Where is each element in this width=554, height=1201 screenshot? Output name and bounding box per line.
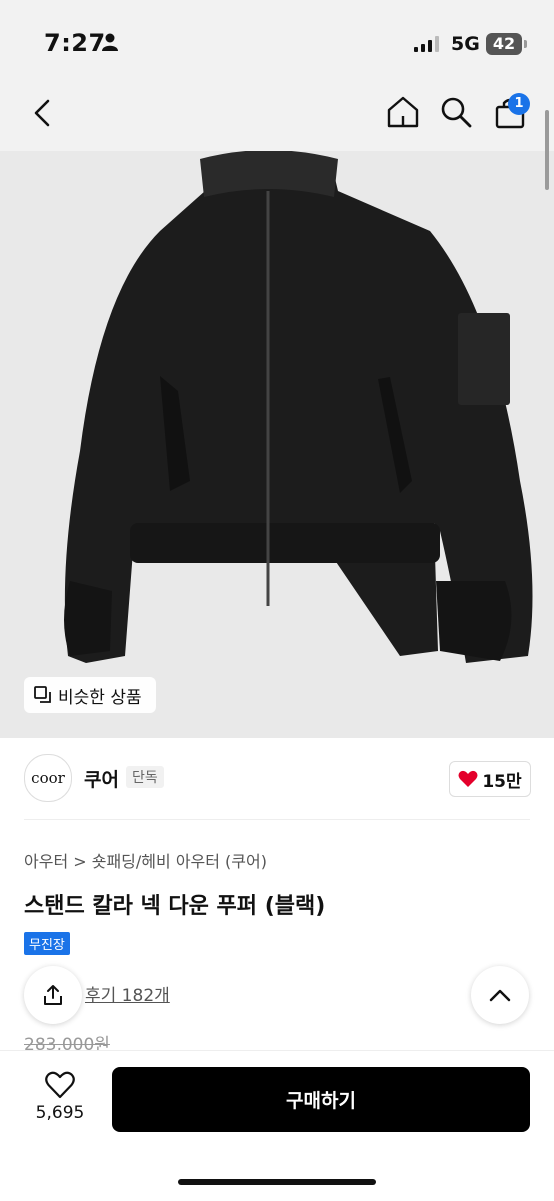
product-title: 스탠드 칼라 넥 다운 푸퍼 (블랙) <box>24 894 326 919</box>
buy-button-label: 구매하기 <box>286 1090 356 1112</box>
heart-icon[interactable] <box>45 1071 75 1099</box>
heart-icon <box>458 770 478 787</box>
scroll-indicator[interactable] <box>545 110 549 190</box>
share-button[interactable] <box>24 966 82 1024</box>
review-link[interactable]: 후기 182개 <box>85 981 170 1006</box>
chevron-up-icon <box>489 989 511 1002</box>
brand-like-button[interactable]: 15만 <box>449 761 531 797</box>
home-indicator <box>178 1179 376 1185</box>
exclusive-tag: 단독 <box>126 766 164 788</box>
product-image[interactable] <box>0 151 554 738</box>
back-icon[interactable] <box>30 98 54 128</box>
signal-icon <box>414 36 439 52</box>
share-icon <box>44 985 62 1005</box>
brand-like-count: 15만 <box>482 771 522 792</box>
wishlist-count: 5,695 <box>35 1103 85 1123</box>
similar-products-label: 비슷한 상품 <box>58 687 142 708</box>
search-icon[interactable] <box>439 95 473 129</box>
home-icon[interactable] <box>386 95 420 129</box>
battery-indicator: 42 <box>486 33 527 55</box>
shipping-badge: 무진장 <box>24 932 70 955</box>
brand-logo-text: coor <box>31 769 65 787</box>
brand-name[interactable]: 쿠어 <box>84 765 119 792</box>
jacket-illustration <box>64 151 533 663</box>
network-type: 5G <box>451 33 480 55</box>
buy-button[interactable]: 구매하기 <box>112 1067 530 1132</box>
similar-icon <box>34 686 51 703</box>
divider <box>24 819 530 820</box>
scroll-top-button[interactable] <box>471 966 529 1024</box>
cart-count-badge: 1 <box>508 93 530 115</box>
status-time: 7:27 <box>44 29 106 57</box>
breadcrumb[interactable]: 아우터 > 숏패딩/헤비 아우터 (쿠어) <box>24 848 267 872</box>
brand-logo[interactable]: coor <box>24 754 72 802</box>
similar-products-button[interactable]: 비슷한 상품 <box>24 677 156 713</box>
person-icon <box>102 33 118 51</box>
status-bar: 7:27 5G 42 <box>0 0 554 86</box>
